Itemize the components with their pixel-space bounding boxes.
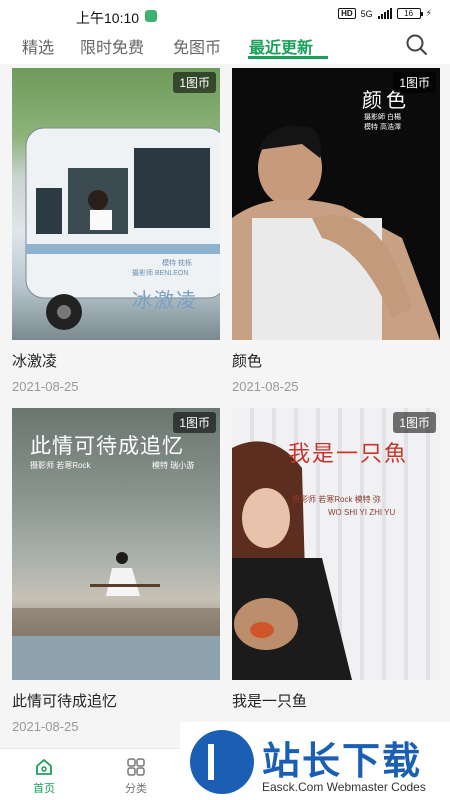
album-cover-image[interactable]: 颜色 摄影師 白楊 模特 高浩澤 1图币	[232, 68, 440, 340]
album-cover-image[interactable]: 我是一只魚 摄影师 若寒Rock 模特 弥 WO SHI YI ZHI YU 1…	[232, 408, 440, 680]
album-title[interactable]: 冰激凌	[12, 350, 220, 371]
battery-icon: 16	[396, 8, 423, 19]
album-cover-image[interactable]: 冰激凌 摄影师 BENLEON 模特 枕栎 1图币	[12, 68, 220, 340]
tab-limited-free[interactable]: 限时免费	[80, 34, 144, 58]
tab-featured[interactable]: 精选	[22, 34, 54, 58]
nav-home[interactable]: 首页	[14, 757, 74, 796]
cover-credit: 摄影师 BENLEON	[132, 270, 189, 277]
cover-credit-model: 模特 高浩澤	[364, 124, 401, 131]
album-card[interactable]: 颜色 摄影師 白楊 模特 高浩澤 1图币 颜色 2021-08-25	[232, 68, 440, 394]
cover-title: 冰激凌	[132, 290, 198, 312]
cover-credit: 摄影师 若寒Rock	[30, 461, 91, 470]
album-title[interactable]: 我是一只鱼	[232, 690, 440, 711]
tab-recent-updates[interactable]: 最近更新	[249, 34, 313, 58]
home-icon	[36, 758, 52, 775]
album-cover-image[interactable]: 此情可待成追忆 摄影师 若寒Rock 模特 瑞小游 1图币	[12, 408, 220, 680]
status-indicators: HD 5G 16 ⚡	[338, 8, 432, 19]
cover-title: 我是一只魚	[288, 441, 409, 466]
album-card[interactable]: 此情可待成追忆 摄影师 若寒Rock 模特 瑞小游 1图币 此情可待成追忆 20…	[12, 408, 220, 734]
price-badge: 1图币	[173, 412, 216, 433]
album-date: 2021-08-25	[12, 379, 79, 394]
cover-credit-model: 模特 枕栎	[162, 260, 192, 267]
nav-category[interactable]: 分类	[106, 757, 166, 796]
album-card[interactable]: 我是一只魚 摄影师 若寒Rock 模特 弥 WO SHI YI ZHI YU 1…	[232, 408, 440, 734]
charging-icon: ⚡	[425, 8, 432, 18]
notification-icon	[145, 10, 157, 22]
watermark-logo-icon	[190, 730, 254, 794]
price-badge: 1图币	[393, 412, 436, 433]
album-title[interactable]: 此情可待成追忆	[12, 690, 220, 711]
tab-coin-free[interactable]: 免图币	[173, 34, 221, 58]
top-tab-bar: 精选 限时免费 免图币 最近更新	[0, 28, 450, 64]
price-badge: 1图币	[173, 72, 216, 93]
nav-category-label: 分类	[125, 783, 147, 795]
status-bar: 上午10:10 HD 5G 16 ⚡	[0, 0, 450, 28]
watermark-subtitle: Easck.Com Webmaster Codes	[262, 780, 426, 794]
cover-credit: 摄影師 白楊	[364, 114, 401, 121]
network-label: 5G	[360, 8, 373, 19]
status-time: 上午10:10	[76, 10, 140, 26]
album-date: 2021-08-25	[232, 379, 299, 394]
price-badge: 1图币	[393, 72, 436, 93]
cover-credit-en: WO SHI YI ZHI YU	[328, 508, 396, 517]
hd-icon: HD	[338, 8, 356, 19]
tab-active-indicator	[248, 56, 328, 59]
grid-icon	[127, 758, 145, 776]
cover-credit-model: 模特 瑞小游	[152, 461, 195, 470]
search-icon[interactable]	[404, 32, 430, 58]
album-card[interactable]: 冰激凌 摄影师 BENLEON 模特 枕栎 1图币 冰激凌 2021-08-25	[12, 68, 220, 394]
album-grid: 冰激凌 摄影师 BENLEON 模特 枕栎 1图币 冰激凌 2021-08-25…	[0, 64, 450, 748]
album-title[interactable]: 颜色	[232, 350, 440, 371]
nav-home-label: 首页	[33, 783, 55, 795]
watermark: 站长下载 Easck.Com Webmaster Codes	[180, 722, 450, 800]
signal-icon	[377, 8, 392, 19]
cover-credit: 摄影师 若寒Rock 模特 弥	[292, 495, 381, 504]
cover-title: 此情可待成追忆	[30, 435, 184, 458]
watermark-title: 站长下载	[262, 741, 423, 783]
